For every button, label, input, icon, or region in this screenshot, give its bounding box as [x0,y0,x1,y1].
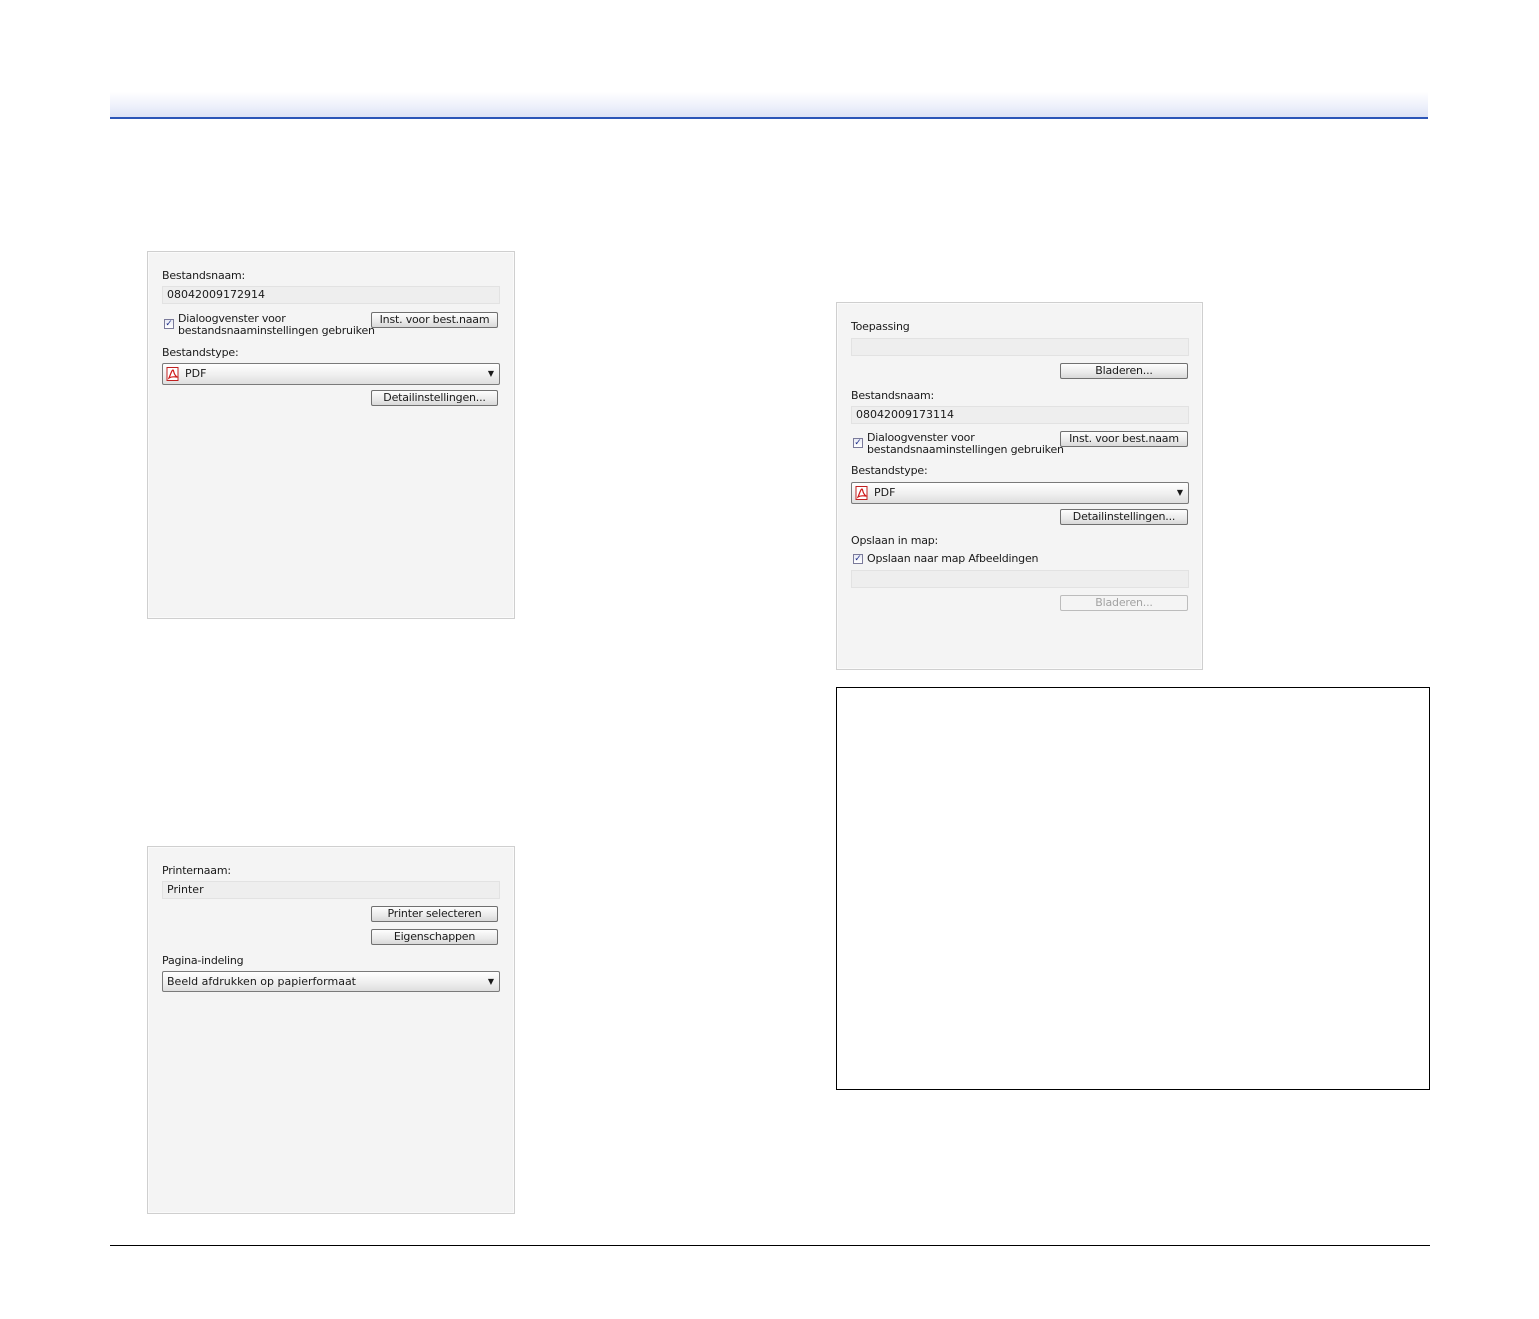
properties-button[interactable]: Eigenschappen [371,929,498,945]
detail-settings-button[interactable]: Detailinstellingen... [371,390,498,406]
application-label: Toepassing [851,320,910,333]
page-layout-label: Pagina-indeling [162,954,244,967]
filetype-value: PDF [874,486,896,499]
select-printer-button[interactable]: Printer selecteren [371,906,498,922]
filename-label: Bestandsnaam: [162,269,246,282]
chevron-down-icon: ▼ [487,369,494,378]
dialog-checkbox-label: Dialoogvenster voor bestandsnaaminstelli… [867,431,1064,456]
printer-name-label: Printernaam: [162,864,231,877]
detail-settings-button[interactable]: Detailinstellingen... [1060,509,1188,525]
page-layout-value: Beeld afdrukken op papierformaat [167,975,356,988]
page-header-band [110,92,1428,119]
dialog-checkbox[interactable]: ✓ [164,319,174,329]
save-pictures-label: Opslaan naar map Afbeeldingen [867,552,1039,565]
browse-folder-button[interactable]: Bladeren... [1060,595,1188,611]
filetype-value: PDF [185,367,207,380]
filename-settings-button[interactable]: Inst. voor best.naam [1060,431,1188,447]
save-pictures-checkbox[interactable]: ✓ [853,554,863,564]
filename-field[interactable]: 08042009173114 [851,406,1189,424]
application-field[interactable] [851,338,1189,356]
pdf-file-icon [166,367,179,381]
chevron-down-icon: ▼ [1176,488,1183,497]
checkmark-icon: ✓ [854,438,862,448]
dialog-checkbox-label: Dialoogvenster voor bestandsnaaminstelli… [178,312,375,337]
filename-label: Bestandsnaam: [851,389,935,402]
filename-settings-button[interactable]: Inst. voor best.naam [371,312,498,328]
checkmark-icon: ✓ [854,554,862,564]
save-file-panel: Bestandsnaam: 08042009172914 ✓ Dialoogve… [147,251,515,619]
filetype-select[interactable]: PDF ▼ [162,363,500,385]
dialog-checkbox[interactable]: ✓ [853,438,863,448]
page-layout-select[interactable]: Beeld afdrukken op papierformaat ▼ [162,971,500,992]
note-box [836,687,1430,1090]
checkmark-icon: ✓ [165,319,173,329]
browse-application-button[interactable]: Bladeren... [1060,363,1188,379]
filetype-label: Bestandstype: [851,464,928,477]
filetype-select[interactable]: PDF ▼ [851,482,1189,504]
pdf-file-icon [855,486,868,500]
printer-name-field[interactable]: Printer [162,881,500,899]
filetype-label: Bestandstype: [162,346,239,359]
application-panel: Toepassing Bladeren... Bestandsnaam: 080… [836,302,1203,670]
folder-path-field[interactable] [851,570,1189,588]
footer-rule [110,1245,1430,1246]
save-in-folder-label: Opslaan in map: [851,534,939,547]
chevron-down-icon: ▼ [487,977,494,986]
filename-field[interactable]: 08042009172914 [162,286,500,304]
print-panel: Printernaam: Printer Printer selecteren … [147,846,515,1214]
